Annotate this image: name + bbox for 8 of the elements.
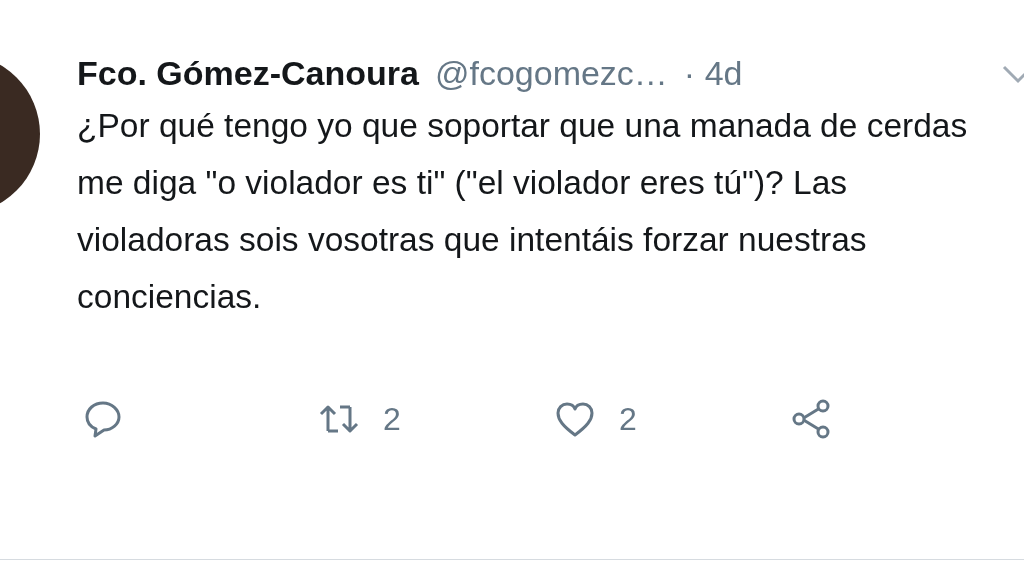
tweet-time: · 4d	[683, 53, 743, 94]
like-count: 2	[619, 400, 637, 439]
like-button[interactable]: 2	[553, 395, 789, 443]
retweet-button[interactable]: 2	[317, 395, 553, 443]
tweet-text: ¿Por qué tengo yo que soportar que una manada de cerdas me diga "o violador es ti" ("el violador eres tú")? Las violadoras sois vosotras que intentáis forzar nuestras conciencias.	[77, 106, 969, 317]
retweet-count: 2	[383, 400, 401, 439]
author-handle[interactable]: @fcogomezc…	[434, 48, 668, 99]
author-name[interactable]: Fco. Gómez-Canoura	[77, 48, 419, 99]
